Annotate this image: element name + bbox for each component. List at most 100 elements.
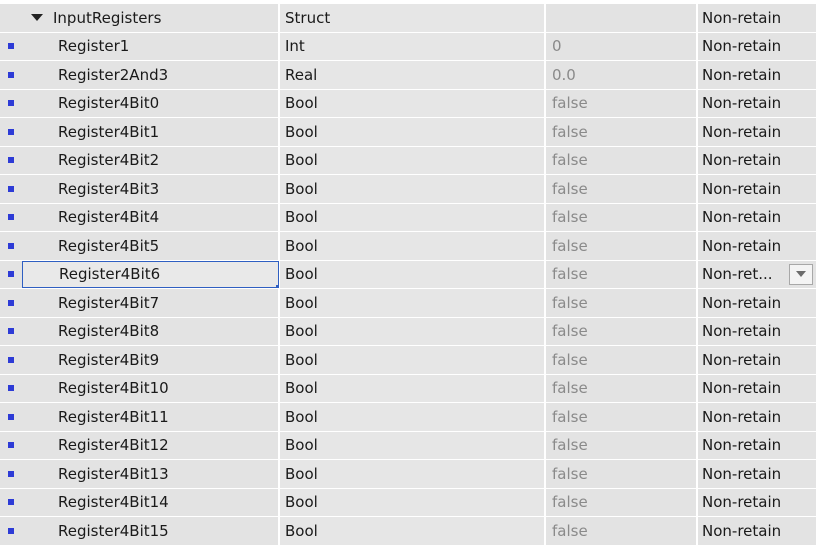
start-value-cell[interactable]: 0 <box>546 32 696 60</box>
name-cell[interactable]: Register4Bit2 <box>22 146 278 174</box>
table-row[interactable]: Register4Bit0 Bool false Non-retain <box>0 89 816 118</box>
retain-cell[interactable]: Non-retain <box>698 374 816 402</box>
retain-cell[interactable]: Non-ret... <box>698 260 816 288</box>
data-type-cell[interactable]: Struct <box>280 4 544 32</box>
table-row[interactable]: Register4Bit15 Bool false Non-retain <box>0 517 816 546</box>
name-cell[interactable]: Register4Bit3 <box>22 175 278 203</box>
name-cell[interactable]: Register4Bit6 <box>22 260 279 288</box>
retain-cell[interactable]: Non-retain <box>698 488 816 516</box>
data-type-cell[interactable]: Bool <box>280 289 544 317</box>
data-type-cell[interactable]: Bool <box>280 374 544 402</box>
table-row[interactable]: Register4Bit3 Bool false Non-retain <box>0 175 816 204</box>
name-cell[interactable]: InputRegisters <box>22 4 278 32</box>
data-type-cell[interactable]: Bool <box>280 232 544 260</box>
table-row[interactable]: Register1 Int 0 Non-retain <box>0 32 816 61</box>
retain-cell[interactable]: Non-retain <box>698 118 816 146</box>
table-row[interactable]: Register4Bit11 Bool false Non-retain <box>0 403 816 432</box>
start-value-cell[interactable]: false <box>546 175 696 203</box>
retain-cell[interactable]: Non-retain <box>698 61 816 89</box>
table-row[interactable]: Register4Bit9 Bool false Non-retain <box>0 346 816 375</box>
struct-row-inputregisters[interactable]: InputRegisters Struct Non-retain <box>0 4 816 33</box>
name-cell[interactable]: Register4Bit10 <box>22 374 278 402</box>
retain-cell[interactable]: Non-retain <box>698 403 816 431</box>
start-value-cell[interactable]: false <box>546 118 696 146</box>
data-type-cell[interactable]: Bool <box>280 346 544 374</box>
name-cell[interactable]: Register4Bit12 <box>22 431 278 459</box>
table-row[interactable]: Register4Bit7 Bool false Non-retain <box>0 289 816 318</box>
data-type-cell[interactable]: Bool <box>280 403 544 431</box>
name-cell[interactable]: Register4Bit14 <box>22 488 278 516</box>
retain-cell[interactable]: Non-retain <box>698 146 816 174</box>
data-type-cell[interactable]: Real <box>280 61 544 89</box>
retain-cell[interactable]: Non-retain <box>698 232 816 260</box>
retain-cell[interactable]: Non-retain <box>698 203 816 231</box>
data-type-text: Bool <box>285 122 318 141</box>
table-row[interactable]: Register4Bit14 Bool false Non-retain <box>0 488 816 517</box>
retain-cell[interactable]: Non-retain <box>698 346 816 374</box>
data-type-cell[interactable]: Bool <box>280 260 544 288</box>
retain-dropdown-button[interactable] <box>789 263 813 285</box>
table-row[interactable]: Register4Bit4 Bool false Non-retain <box>0 203 816 232</box>
start-value-cell[interactable]: false <box>546 89 696 117</box>
name-cell[interactable]: Register4Bit7 <box>22 289 278 317</box>
retain-cell[interactable]: Non-retain <box>698 431 816 459</box>
data-type-cell[interactable]: Bool <box>280 89 544 117</box>
start-value-cell[interactable]: false <box>546 346 696 374</box>
data-type-cell[interactable]: Bool <box>280 118 544 146</box>
data-type-cell[interactable]: Bool <box>280 317 544 345</box>
retain-cell[interactable]: Non-retain <box>698 289 816 317</box>
data-type-cell[interactable]: Bool <box>280 488 544 516</box>
table-row[interactable]: Register4Bit1 Bool false Non-retain <box>0 118 816 147</box>
data-type-cell[interactable]: Bool <box>280 517 544 545</box>
member-square-icon <box>8 356 14 363</box>
name-cell[interactable]: Register4Bit11 <box>22 403 278 431</box>
table-row[interactable]: Register4Bit8 Bool false Non-retain <box>0 317 816 346</box>
table-row[interactable]: Register4Bit6 Bool false Non-ret... <box>0 260 816 289</box>
retain-text: Non-retain <box>702 407 782 426</box>
start-value-cell[interactable]: false <box>546 289 696 317</box>
start-value-cell[interactable]: false <box>546 146 696 174</box>
name-cell[interactable]: Register4Bit1 <box>22 118 278 146</box>
data-type-cell[interactable]: Bool <box>280 175 544 203</box>
collapse-triangle-icon[interactable] <box>31 14 43 22</box>
start-value-cell[interactable]: false <box>546 203 696 231</box>
start-value-cell[interactable] <box>546 4 696 32</box>
data-type-cell[interactable]: Bool <box>280 460 544 488</box>
name-cell[interactable]: Register4Bit0 <box>22 89 278 117</box>
name-cell[interactable]: Register4Bit13 <box>22 460 278 488</box>
name-cell[interactable]: Register1 <box>22 32 278 60</box>
name-cell[interactable]: Register4Bit9 <box>22 346 278 374</box>
retain-cell[interactable]: Non-retain <box>698 32 816 60</box>
data-type-cell[interactable]: Int <box>280 32 544 60</box>
name-cell[interactable]: Register4Bit4 <box>22 203 278 231</box>
data-type-cell[interactable]: Bool <box>280 431 544 459</box>
table-row[interactable]: Register4Bit12 Bool false Non-retain <box>0 431 816 460</box>
start-value-cell[interactable]: false <box>546 317 696 345</box>
start-value-cell[interactable]: false <box>546 431 696 459</box>
name-cell[interactable]: Register4Bit15 <box>22 517 278 545</box>
retain-cell[interactable]: Non-retain <box>698 4 816 32</box>
table-row[interactable]: Register2And3 Real 0.0 Non-retain <box>0 61 816 90</box>
table-row[interactable]: Register4Bit2 Bool false Non-retain <box>0 146 816 175</box>
retain-cell[interactable]: Non-retain <box>698 175 816 203</box>
name-cell[interactable]: Register2And3 <box>22 61 278 89</box>
data-type-cell[interactable]: Bool <box>280 146 544 174</box>
start-value-cell[interactable]: false <box>546 488 696 516</box>
start-value-cell[interactable]: 0.0 <box>546 61 696 89</box>
start-value-cell[interactable]: false <box>546 403 696 431</box>
retain-cell[interactable]: Non-retain <box>698 317 816 345</box>
start-value-cell[interactable]: false <box>546 460 696 488</box>
start-value-cell[interactable]: false <box>546 260 696 288</box>
table-row[interactable]: Register4Bit5 Bool false Non-retain <box>0 232 816 261</box>
table-row[interactable]: Register4Bit13 Bool false Non-retain <box>0 460 816 489</box>
name-cell[interactable]: Register4Bit8 <box>22 317 278 345</box>
retain-cell[interactable]: Non-retain <box>698 89 816 117</box>
start-value-cell[interactable]: false <box>546 374 696 402</box>
retain-cell[interactable]: Non-retain <box>698 460 816 488</box>
table-row[interactable]: Register4Bit10 Bool false Non-retain <box>0 374 816 403</box>
data-type-cell[interactable]: Bool <box>280 203 544 231</box>
start-value-cell[interactable]: false <box>546 232 696 260</box>
retain-cell[interactable]: Non-retain <box>698 517 816 545</box>
name-cell[interactable]: Register4Bit5 <box>22 232 278 260</box>
start-value-cell[interactable]: false <box>546 517 696 545</box>
